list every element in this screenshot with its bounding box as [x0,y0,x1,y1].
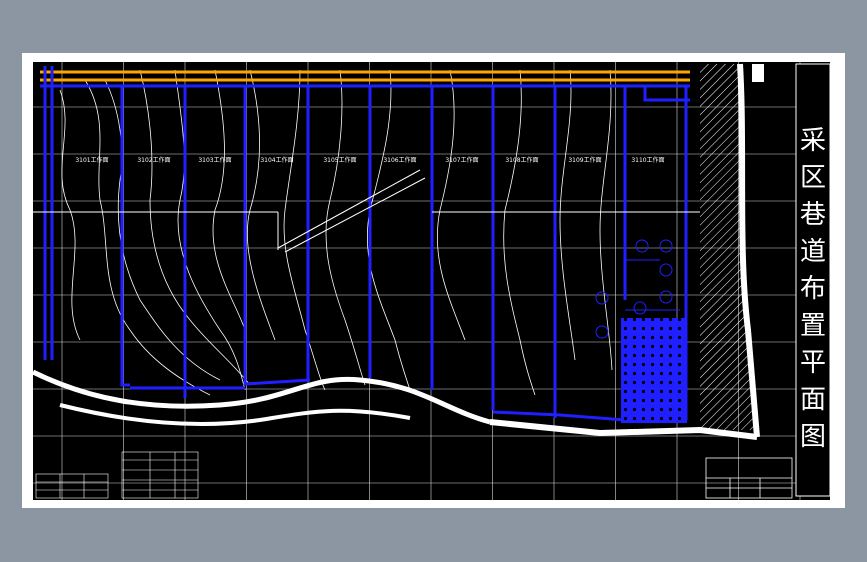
panel-label: 3109工作面 [568,156,601,164]
corner-marker [752,64,764,82]
panel-label: 3110工作面 [631,156,664,164]
title-char: 道 [799,236,826,267]
title-char: 面 [799,385,826,416]
panel-label: 3105工作面 [323,156,356,164]
panel-label: 3108工作面 [505,156,538,164]
title-char: 巷 [799,199,826,230]
panel-label: 3102工作面 [137,156,170,164]
goaf-area [621,318,687,423]
title-char: 布 [799,273,826,304]
title-char: 图 [799,422,826,453]
panel-label: 3107工作面 [445,156,478,164]
panel-label: 3106工作面 [383,156,416,164]
title-char: 区 [799,162,826,193]
panel-label: 3101工作面 [75,156,108,164]
drawing-title: 采 区 巷 道 布 置 平 面 图 [796,64,830,496]
panel-label: 3104工作面 [260,156,293,164]
mine-plan-drawing: 3101工作面 3102工作面 3103工作面 3104工作面 3105工作面 3106工… [31,62,831,500]
title-char: 平 [799,348,826,379]
title-char: 采 [799,125,826,156]
title-char: 置 [799,311,826,342]
panel-label: 3103工作面 [198,156,231,164]
